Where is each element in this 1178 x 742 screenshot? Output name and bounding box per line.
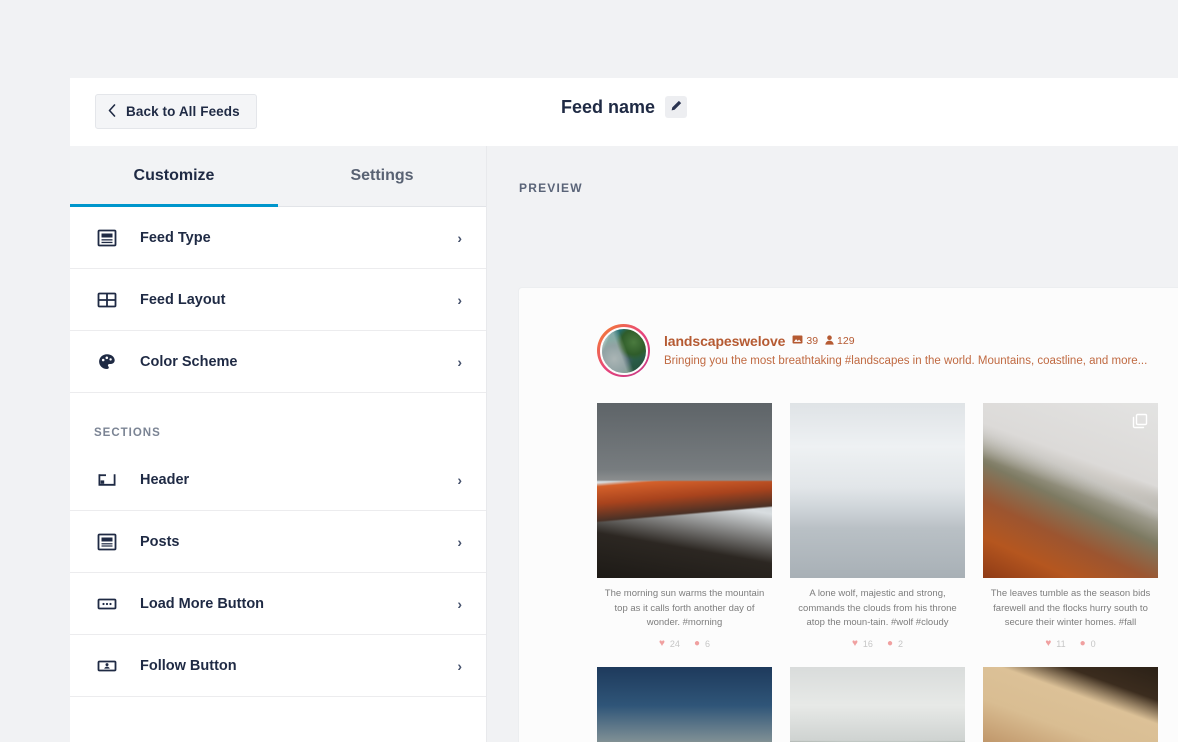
comment-count: 0 [1091, 639, 1096, 649]
sidebar-item-label: Posts [140, 534, 457, 550]
sidebar-item-follow-button[interactable]: Follow Button › [70, 635, 486, 697]
preview-pane: PREVIEW landscapeswelove [487, 146, 1178, 742]
sidebar-item-label: Color Scheme [140, 354, 457, 370]
post-caption: The leaves tumble as the season bids far… [983, 578, 1158, 631]
preview-label: PREVIEW [487, 146, 1178, 195]
follower-count: 129 [837, 335, 855, 347]
body: Customize Settings [70, 146, 1178, 742]
post-image[interactable] [790, 667, 965, 742]
post-image[interactable] [983, 667, 1158, 742]
chevron-right-icon: › [457, 230, 462, 246]
post-item[interactable] [597, 667, 772, 742]
main-panel: Back to All Feeds Feed name [70, 78, 1178, 742]
carousel-icon [1132, 413, 1148, 429]
post-caption: A lone wolf, majestic and strong, comman… [790, 578, 965, 631]
like-count: 24 [670, 639, 689, 649]
photo-count: 39 [806, 335, 818, 347]
account-bio: Bringing you the most breathtaking #land… [664, 353, 1147, 369]
photos-icon [792, 335, 803, 347]
page-title: Feed name [561, 97, 655, 118]
chevron-right-icon: › [457, 354, 462, 370]
comment-icon: ● [694, 638, 700, 649]
follower-count-stat: 129 [825, 335, 855, 348]
sidebar-item-label: Follow Button [140, 658, 457, 674]
tab-bar: Customize Settings [70, 146, 486, 207]
chevron-left-icon [108, 104, 116, 120]
feed-preview-card: landscapeswelove 39 [519, 288, 1178, 742]
load-more-icon [96, 593, 118, 615]
sidebar-item-header[interactable]: Header › [70, 449, 486, 511]
pencil-icon [671, 98, 682, 116]
like-count: 16 [863, 639, 882, 649]
header-block-icon [96, 469, 118, 491]
avatar-image [600, 327, 648, 375]
chevron-right-icon: › [457, 658, 462, 674]
edit-feed-name-button[interactable] [665, 96, 687, 118]
sidebar-item-label: Load More Button [140, 596, 457, 612]
top-bar: Back to All Feeds Feed name [70, 78, 1178, 146]
post-item[interactable]: The leaves tumble as the season bids far… [983, 403, 1158, 649]
post-image[interactable] [597, 667, 772, 742]
post-item[interactable]: The morning sun warms the mountain top a… [597, 403, 772, 649]
heart-icon: ♥ [1045, 638, 1051, 649]
post-engagement: ♥ 16 ● 2 [790, 631, 965, 649]
tab-customize-label: Customize [134, 167, 215, 185]
palette-icon [96, 351, 118, 373]
post-engagement: ♥ 24 ● 6 [597, 631, 772, 649]
chevron-right-icon: › [457, 596, 462, 612]
post-image[interactable] [983, 403, 1158, 578]
sidebar-item-posts[interactable]: Posts › [70, 511, 486, 573]
sidebar-item-label: Feed Layout [140, 292, 457, 308]
heart-icon: ♥ [852, 638, 858, 649]
article-icon [96, 227, 118, 249]
chevron-right-icon: › [457, 292, 462, 308]
post-image[interactable] [790, 403, 965, 578]
like-count: 11 [1056, 639, 1074, 649]
account-name-row: landscapeswelove 39 [664, 333, 1147, 349]
sidebar-item-feed-layout[interactable]: Feed Layout › [70, 269, 486, 331]
photo-count-stat: 39 [792, 335, 818, 347]
post-caption: The morning sun warms the mountain top a… [597, 578, 772, 631]
post-grid: The morning sun warms the mountain top a… [519, 377, 1178, 742]
sidebar-item-feed-type[interactable]: Feed Type › [70, 207, 486, 269]
back-button-label: Back to All Feeds [126, 104, 240, 119]
post-engagement: ♥ 11 ● 0 [983, 631, 1158, 649]
tab-settings-label: Settings [350, 167, 413, 185]
sections-heading: SECTIONS [70, 393, 486, 449]
sidebar-item-label: Feed Type [140, 230, 457, 246]
back-to-all-feeds-button[interactable]: Back to All Feeds [95, 94, 257, 129]
tab-customize[interactable]: Customize [70, 146, 278, 206]
heart-icon: ♥ [659, 638, 665, 649]
comment-count: 6 [705, 639, 710, 649]
person-icon [825, 335, 834, 348]
post-item[interactable] [983, 667, 1158, 742]
chevron-right-icon: › [457, 472, 462, 488]
sidebar: Customize Settings [70, 146, 487, 742]
post-item[interactable] [790, 667, 965, 742]
sidebar-item-color-scheme[interactable]: Color Scheme › [70, 331, 486, 393]
sidebar-item-partial[interactable] [70, 697, 486, 742]
sidebar-item-label: Header [140, 472, 457, 488]
chevron-right-icon: › [457, 534, 462, 550]
post-image[interactable] [597, 403, 772, 578]
post-item[interactable]: A lone wolf, majestic and strong, comman… [790, 403, 965, 649]
sidebar-menu: Feed Type › Feed Layout › [70, 207, 486, 742]
feed-customizer-app: Back to All Feeds Feed name [0, 0, 1178, 742]
follow-person-icon [96, 655, 118, 677]
comment-icon: ● [1080, 638, 1086, 649]
comment-icon: ● [887, 638, 893, 649]
account-meta: landscapeswelove 39 [664, 331, 1147, 369]
avatar [597, 324, 650, 377]
comment-count: 2 [898, 639, 903, 649]
feed-account-header: landscapeswelove 39 [519, 288, 1178, 377]
tab-settings[interactable]: Settings [278, 146, 486, 206]
grid-icon [96, 289, 118, 311]
posts-icon [96, 531, 118, 553]
sidebar-item-load-more-button[interactable]: Load More Button › [70, 573, 486, 635]
account-username[interactable]: landscapeswelove [664, 333, 785, 349]
